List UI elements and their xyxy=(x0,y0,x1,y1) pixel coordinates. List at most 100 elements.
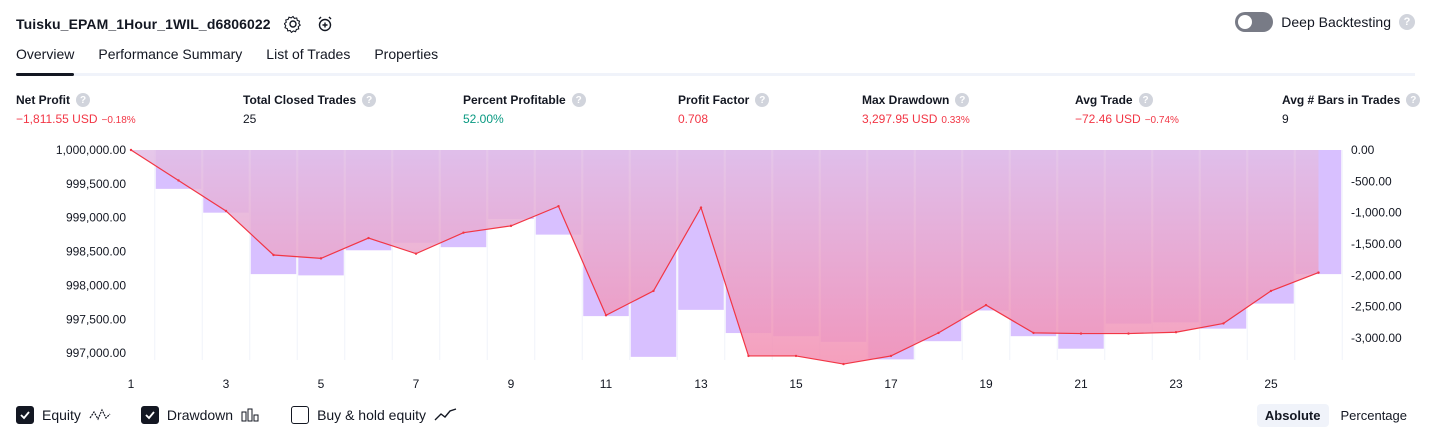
deep-backtesting-label: Deep Backtesting xyxy=(1281,14,1391,30)
equity-point xyxy=(889,354,893,358)
help-icon[interactable]: ? xyxy=(1138,93,1153,107)
equity-point xyxy=(652,289,655,293)
equity-point xyxy=(1317,271,1320,274)
legend-equity[interactable]: Equity xyxy=(16,406,111,424)
x-axis-tick: 13 xyxy=(694,377,708,391)
tab-performance-summary[interactable]: Performance Summary xyxy=(98,46,242,73)
metric-label: Avg Trade xyxy=(1075,93,1133,107)
metric-label: Profit Factor xyxy=(678,93,750,107)
buy-hold-checkbox[interactable] xyxy=(291,406,310,424)
metric-value: 3,297.95 USD xyxy=(862,112,938,126)
equity-point xyxy=(177,179,180,182)
metric-value: 25 xyxy=(243,112,257,126)
equity-point xyxy=(414,252,418,255)
equity-point xyxy=(604,314,608,317)
buy-hold-icon xyxy=(434,408,457,421)
right-axis-tick: -3,000.00 xyxy=(1351,331,1402,345)
left-axis-tick: 997,000.00 xyxy=(66,346,126,360)
equity-point xyxy=(842,362,845,366)
help-icon[interactable]: ? xyxy=(362,93,377,107)
x-axis-tick: 15 xyxy=(789,377,803,391)
equity-point xyxy=(1079,332,1083,335)
x-axis-tick: 5 xyxy=(318,377,325,391)
metric-avg-bars-in-trades: Avg # Bars in Trades? 9 xyxy=(1282,93,1421,126)
equity-point xyxy=(272,253,275,257)
equity-point xyxy=(319,257,323,260)
equity-point xyxy=(224,209,228,213)
equity-point xyxy=(984,303,988,307)
metric-max-drawdown: Max Drawdown? 3,297.95 USD 0.33% xyxy=(862,93,970,126)
scale-toggle: Absolute Percentage xyxy=(1256,403,1416,427)
right-axis-tick: -1,500.00 xyxy=(1351,237,1402,251)
metric-label: Avg # Bars in Trades xyxy=(1282,93,1401,107)
metric-label: Total Closed Trades xyxy=(243,93,357,107)
deep-backtesting: Deep Backtesting ? xyxy=(1235,12,1415,32)
equity-point xyxy=(747,354,750,358)
left-axis-tick: 997,500.00 xyxy=(66,312,126,326)
metric-value: −1,811.55 USD xyxy=(16,112,98,126)
x-axis-labels: 1 3 5 7 9 11 13 15 17 19 21 23 25 xyxy=(128,377,1278,391)
absolute-button[interactable]: Absolute xyxy=(1256,403,1329,427)
percentage-button[interactable]: Percentage xyxy=(1333,404,1416,427)
metric-value: 52.00% xyxy=(463,112,504,126)
left-axis-tick: 998,000.00 xyxy=(66,278,126,292)
legend-drawdown[interactable]: Drawdown xyxy=(140,406,261,424)
metric-value: 9 xyxy=(1282,112,1289,126)
legend-buy-hold-equity[interactable]: Buy & hold equity xyxy=(291,406,458,424)
x-axis-tick: 25 xyxy=(1264,377,1278,391)
x-axis-tick: 11 xyxy=(600,377,613,391)
equity-point xyxy=(1174,331,1178,334)
equity-point xyxy=(509,224,513,228)
add-alert-icon[interactable] xyxy=(315,14,335,34)
help-icon[interactable]: ? xyxy=(1406,93,1421,107)
x-axis-tick: 9 xyxy=(508,377,515,391)
tab-properties[interactable]: Properties xyxy=(374,46,438,73)
legend-label: Equity xyxy=(42,407,81,423)
left-axis-tick: 999,000.00 xyxy=(66,211,126,225)
metric-value: 0.708 xyxy=(678,112,709,126)
equity-point xyxy=(367,236,370,240)
x-axis-tick: 7 xyxy=(413,377,420,391)
help-icon[interactable]: ? xyxy=(955,93,970,107)
equity-point xyxy=(1269,289,1273,293)
left-axis-labels: 1,000,000.00 999,500.00 999,000.00 998,500.… xyxy=(56,143,126,360)
tab-overview[interactable]: Overview xyxy=(16,46,75,76)
drawdown-icon xyxy=(241,408,259,422)
help-icon[interactable]: ? xyxy=(571,93,586,107)
help-icon[interactable]: ? xyxy=(76,93,90,107)
metric-net-profit: Net Profit? −1,811.55 USD −0.18% xyxy=(16,93,136,126)
right-axis-tick: 0.00 xyxy=(1351,143,1375,157)
help-icon[interactable]: ? xyxy=(1399,14,1415,30)
x-axis-tick: 17 xyxy=(884,377,898,391)
equity-icon xyxy=(89,408,111,421)
x-axis-tick: 1 xyxy=(128,377,135,391)
report-tabs: Overview Performance Summary List of Tra… xyxy=(16,46,1415,76)
settings-icon[interactable] xyxy=(283,14,303,34)
equity-point xyxy=(1222,322,1225,325)
metric-profit-factor: Profit Factor? 0.708 xyxy=(678,93,770,126)
deep-backtesting-toggle[interactable] xyxy=(1235,12,1274,32)
equity-chart-svg[interactable]: 1,000,000.00 999,500.00 999,000.00 998,500.… xyxy=(0,138,1431,398)
legend-label: Drawdown xyxy=(166,407,234,423)
right-axis-tick: -1,000.00 xyxy=(1351,206,1402,220)
drawdown-checkbox[interactable] xyxy=(140,406,159,424)
equity-point xyxy=(937,331,940,335)
equity-point xyxy=(1127,332,1130,335)
metric-label: Net Profit xyxy=(16,93,70,107)
x-axis-tick: 23 xyxy=(1169,377,1183,391)
equity-point xyxy=(129,148,133,152)
metric-percent: 0.33% xyxy=(941,115,970,126)
equity-point xyxy=(462,231,465,234)
left-axis-tick: 998,500.00 xyxy=(66,245,126,259)
equity-chart[interactable]: 1,000,000.00 999,500.00 999,000.00 998,500.… xyxy=(0,138,1431,398)
metric-avg-trade: Avg Trade? −72.46 USD −0.74% xyxy=(1075,93,1179,126)
equity-checkbox[interactable] xyxy=(16,406,34,424)
tab-list-of-trades[interactable]: List of Trades xyxy=(266,46,350,73)
equity-point xyxy=(794,354,798,358)
help-icon[interactable]: ? xyxy=(755,93,770,107)
equity-point xyxy=(699,206,703,209)
chart-footer: Equity Drawdown Buy & hold equity Absolu… xyxy=(16,403,1415,427)
right-axis-tick: -500.00 xyxy=(1351,174,1392,188)
right-axis-tick: -2,000.00 xyxy=(1351,268,1402,282)
left-axis-tick: 1,000,000.00 xyxy=(56,143,126,157)
